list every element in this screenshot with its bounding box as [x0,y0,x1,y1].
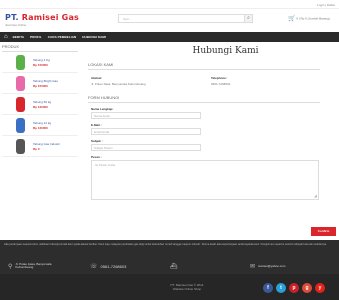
twitter-icon[interactable]: t [276,283,286,293]
nama-field[interactable]: Nama Anda [91,112,201,119]
pesan-textarea[interactable]: Isi Pesan Anda ◢ [91,160,319,200]
product-item[interactable]: Tabung 12 kg Rp 120000 [2,115,78,136]
email-field[interactable]: Email Anda [91,128,201,135]
subjek-field[interactable]: Subjek Pesan [91,144,201,151]
product-price: Rp 120000 [33,104,48,109]
location-pin-icon: ⚲ [8,263,13,270]
nama-label: Nama Lengkap: [91,107,114,111]
search-input[interactable]: Cari ... ⌕ [118,14,253,23]
product-image[interactable] [16,117,25,133]
login-register-links[interactable]: Login | Daftar [317,3,335,7]
alamat-label: Alamat: [91,76,103,80]
nav-hubungi-kami[interactable]: HUBUNGI KAMI [82,35,106,39]
product-name[interactable]: Tabung Bright Gas [33,79,58,83]
google-plus-icon[interactable]: g [302,283,312,293]
cart-label: 0 | Rp 0 (Jumlah Barang) [296,16,330,21]
product-name[interactable]: Tabung 12 kg [33,121,51,125]
logo[interactable]: PT. Ramisei Gas Jual Gas Online [5,13,79,27]
product-image[interactable] [16,96,25,112]
cart[interactable]: 🛒 0 | Rp 0 (Jumlah Barang) [288,15,330,22]
logo-tagline: Jual Gas Online [5,23,27,27]
header: PT. Ramisei Gas Jual Gas Online Cari ...… [0,9,339,32]
pesan-placeholder: Isi Pesan Anda [95,163,116,167]
pinterest-icon[interactable]: p [289,283,299,293]
form-title: FORM HUBUNGI [88,95,320,103]
copyright-line-2: Website Online Shop [172,287,202,291]
product-item[interactable]: Tabung 3 Kg Rp 150000 [2,52,78,73]
product-price: Rp 0 [33,146,40,151]
footer-text: Ada pertanyaan seputar kami, silahkan hu… [4,243,327,246]
pesan-label: Pesan : [91,155,102,159]
product-item[interactable]: Tabung 50 kg Rp 120000 [2,94,78,115]
logo-prefix: PT. [5,13,22,22]
lokasi-title: LOKASI KAMI [88,62,320,70]
sidebar: PRODUK Tabung 3 Kg Rp 150000 Tabung Brig… [2,44,78,157]
footer: Ada pertanyaan seputar kami, silahkan hu… [0,240,339,300]
product-image[interactable] [16,54,25,70]
footer-email[interactable]: ramisei@yahoo.com [258,264,285,268]
nav-cara-pembelian[interactable]: CARA PEMBELIAN [48,35,76,39]
footer-phone: 0561-7268603 [100,263,127,269]
confirm-button[interactable]: Confirm [311,227,336,236]
product-price: Rp 150000 [33,83,48,88]
search-icon: ⌕ [247,15,250,21]
product-item[interactable]: Tabung Gas Industri Rp 0 [2,136,78,157]
product-name[interactable]: Tabung Gas Industri [33,142,60,146]
sidebar-title: PRODUK [2,44,78,52]
telepon-label: Telephone: [211,76,227,80]
product-name[interactable]: Tabung 3 Kg [33,58,50,62]
cart-icon: 🛒 [288,16,296,22]
phone-icon: ☏ [90,263,98,270]
search-placeholder: Cari ... [123,17,132,21]
product-price: Rp 150000 [33,62,48,67]
logo-name: Ramisei Gas [21,13,80,22]
main-nav: ⌂ BERITA PROFIL CARA PEMBELIAN HUBUNGI K… [0,32,339,42]
contact-info: Alamat: Jl. Pulau Jawa, Banyumala Kebumb… [88,76,333,86]
footer-bottom: PT. Ramisei Gas © 2014 Website Online Sh… [0,274,339,300]
product-price: Rp 120000 [33,125,48,130]
main-content: Hubungi Kami LOKASI KAMI Alamat: Jl. Pul… [88,46,333,200]
copyright: PT. Ramisei Gas © 2014 Website Online Sh… [152,283,222,291]
telepon-value: 0561-7268603 [211,82,231,86]
email-icon: ✉ [250,263,256,270]
top-bar: Login | Daftar [0,0,339,9]
product-image[interactable] [16,75,25,91]
product-name[interactable]: Tabung 50 kg [33,100,51,104]
email-label: E-Mail : [91,123,102,127]
youtube-icon[interactable]: y [315,283,325,293]
boat-icon: ⛴ [170,263,178,270]
resize-handle-icon[interactable]: ◢ [314,193,317,198]
alamat-value: Jl. Pulau Jawa, Banyumala Kebumbuang [91,82,146,86]
facebook-icon[interactable]: f [263,283,273,293]
nav-berita[interactable]: BERITA [13,35,25,39]
footer-address: Jl. Pulau Jawa, Banyumala Kebumbuang [15,261,52,269]
subjek-label: Subjek : [91,139,103,143]
nav-profil[interactable]: PROFIL [30,35,42,39]
social-links: f t p g y [263,283,328,293]
product-item[interactable]: Tabung Bright Gas Rp 150000 [2,73,78,94]
search-button[interactable]: ⌕ [244,14,253,23]
home-icon[interactable]: ⌂ [4,34,8,40]
page-title: Hubungi Kami [192,46,259,56]
product-image[interactable] [16,138,25,154]
footer-contact-row: ⚲ Jl. Pulau Jawa, Banyumala Kebumbuang ☏… [0,259,339,273]
